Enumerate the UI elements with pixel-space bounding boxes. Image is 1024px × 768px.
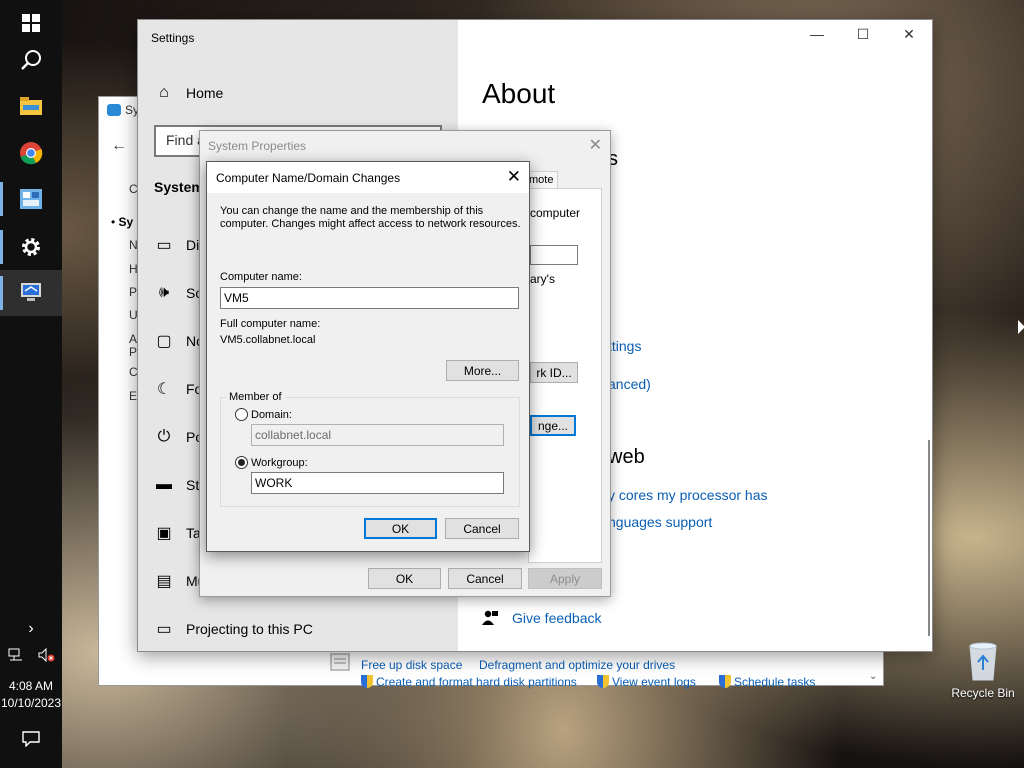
partition-link[interactable]: Create and format hard disk partitions	[361, 675, 577, 689]
languages-link[interactable]: nguages support	[608, 514, 712, 530]
scrollbar[interactable]	[928, 440, 930, 636]
multitask-icon: ▤	[156, 573, 172, 590]
recycle-bin-label: Recycle Bin	[951, 686, 1015, 700]
file-explorer-icon[interactable]	[0, 83, 62, 129]
sysprops-title: System Properties	[208, 139, 307, 153]
computer-name-dialog: Computer Name/Domain Changes ✕ You can c…	[206, 161, 530, 552]
speaker-icon: 🕪	[158, 284, 170, 301]
close-icon[interactable]: ✕	[589, 135, 602, 155]
web-heading-fragment: web	[608, 446, 645, 468]
sysprops-description-field[interactable]	[530, 245, 578, 265]
sysprops-apply-button[interactable]: Apply	[528, 568, 602, 589]
network-icon[interactable]	[0, 632, 31, 678]
computer-name-input[interactable]: VM5	[220, 287, 519, 309]
dialog-title: Computer Name/Domain Changes	[216, 171, 401, 185]
nav-power[interactable]: ⏻ Po	[154, 421, 203, 453]
recycle-bin[interactable]: Recycle Bin	[950, 640, 1016, 700]
power-icon: ⏻	[157, 428, 171, 445]
workgroup-label: Workgroup:	[251, 457, 308, 469]
settings-title: Settings	[151, 31, 195, 45]
domain-input[interactable]: collabnet.local	[251, 424, 504, 446]
change-button[interactable]: nge...	[530, 415, 576, 436]
back-arrow-icon[interactable]: ←	[111, 137, 127, 155]
sysprops-ok-button[interactable]: OK	[368, 568, 441, 589]
shield-icon	[719, 675, 731, 688]
shield-icon	[361, 675, 373, 688]
workgroup-input[interactable]: WORK	[251, 472, 504, 494]
nav-focus[interactable]: ☾ Fo	[154, 373, 203, 405]
nav-multitasking[interactable]: ▤ Mu	[154, 565, 205, 597]
recycle-bin-icon	[966, 640, 1000, 682]
nav-projecting[interactable]: ▭ Projecting to this PC	[154, 613, 312, 645]
search-icon[interactable]	[0, 37, 62, 83]
taskbar: › 4:08 AM 10/10/2023	[0, 0, 62, 768]
domain-label: Domain:	[251, 409, 292, 421]
nav-section-title: System	[154, 179, 204, 195]
workgroup-radio[interactable]	[235, 456, 248, 469]
cp-sidebar-fragment[interactable]: P	[129, 345, 137, 359]
projector-icon: ▭	[156, 621, 172, 638]
shield-icon	[597, 675, 609, 688]
cp-sidebar-current[interactable]: • Sy	[111, 215, 133, 229]
give-feedback-link[interactable]: Give feedback	[482, 610, 602, 626]
settings-link-1[interactable]: ttings	[608, 338, 641, 354]
notification-icon[interactable]	[0, 716, 62, 762]
cp-title-icon	[107, 104, 121, 116]
more-button[interactable]: More...	[446, 360, 519, 381]
scroll-down-icon[interactable]: ⌄	[869, 671, 877, 682]
message-icon: ▢	[156, 333, 172, 350]
tool-icon	[329, 653, 351, 674]
tablet-icon: ▣	[156, 525, 172, 542]
page-title: About	[482, 78, 556, 109]
sysprops-text: ary's	[530, 272, 555, 286]
domain-radio[interactable]	[235, 408, 248, 421]
volume-muted-icon[interactable]	[31, 632, 62, 678]
mouse-cursor-icon	[1018, 320, 1024, 334]
minimize-icon[interactable]: —	[794, 26, 840, 48]
schedule-tasks-link[interactable]: Schedule tasks	[719, 675, 815, 689]
full-name-value: VM5.collabnet.local	[220, 334, 316, 346]
tab-remote[interactable]: mote	[528, 171, 558, 189]
nav-sound[interactable]: 🕪 So	[154, 277, 203, 309]
moon-icon: ☾	[156, 381, 172, 398]
maximize-icon[interactable]: ☐	[840, 26, 886, 48]
chrome-icon[interactable]	[0, 130, 62, 176]
cp-title: Sy	[107, 103, 139, 117]
dialog-description-line2: computer. Changes might affect access to…	[220, 218, 521, 230]
computer-name-label: Computer name:	[220, 271, 302, 283]
control-panel-icon[interactable]	[0, 176, 62, 222]
network-id-button[interactable]: rk ID...	[530, 362, 578, 383]
clock-time[interactable]: 4:08 AM	[0, 679, 62, 693]
free-disk-link[interactable]: Free up disk space	[361, 658, 462, 672]
dialog-ok-button[interactable]: OK	[364, 518, 437, 539]
person-icon	[482, 610, 498, 626]
settings-link-2[interactable]: anced)	[608, 376, 651, 392]
full-name-label: Full computer name:	[220, 318, 321, 330]
defrag-link[interactable]: Defragment and optimize your drives	[479, 658, 675, 672]
nav-tablet[interactable]: ▣ Ta	[154, 517, 200, 549]
dialog-titlebar: Computer Name/Domain Changes ✕	[207, 162, 529, 193]
storage-icon: ▬	[156, 476, 172, 493]
dialog-cancel-button[interactable]: Cancel	[445, 518, 519, 539]
dialog-description-line1: You can change the name and the membersh…	[220, 205, 484, 217]
home-icon: ⌂	[159, 84, 169, 101]
member-of-label: Member of	[226, 391, 285, 404]
close-icon[interactable]: ✕	[886, 26, 932, 48]
monitor-icon: ▭	[156, 237, 172, 254]
event-logs-link[interactable]: View event logs	[597, 675, 696, 689]
sysprops-cancel-button[interactable]: Cancel	[448, 568, 522, 589]
sysprops-text: computer	[530, 206, 581, 220]
nav-notifications[interactable]: ▢ No	[154, 325, 203, 357]
clock-date[interactable]: 10/10/2023	[0, 696, 62, 710]
cp-sidebar-fragment[interactable]: A	[129, 332, 137, 346]
gear-icon[interactable]	[0, 224, 62, 270]
close-icon[interactable]: ✕	[507, 167, 521, 187]
nav-home[interactable]: ⌂ Home	[154, 77, 223, 109]
processor-cores-link[interactable]: y cores my processor has	[608, 487, 768, 503]
system-properties-icon[interactable]	[0, 270, 62, 316]
